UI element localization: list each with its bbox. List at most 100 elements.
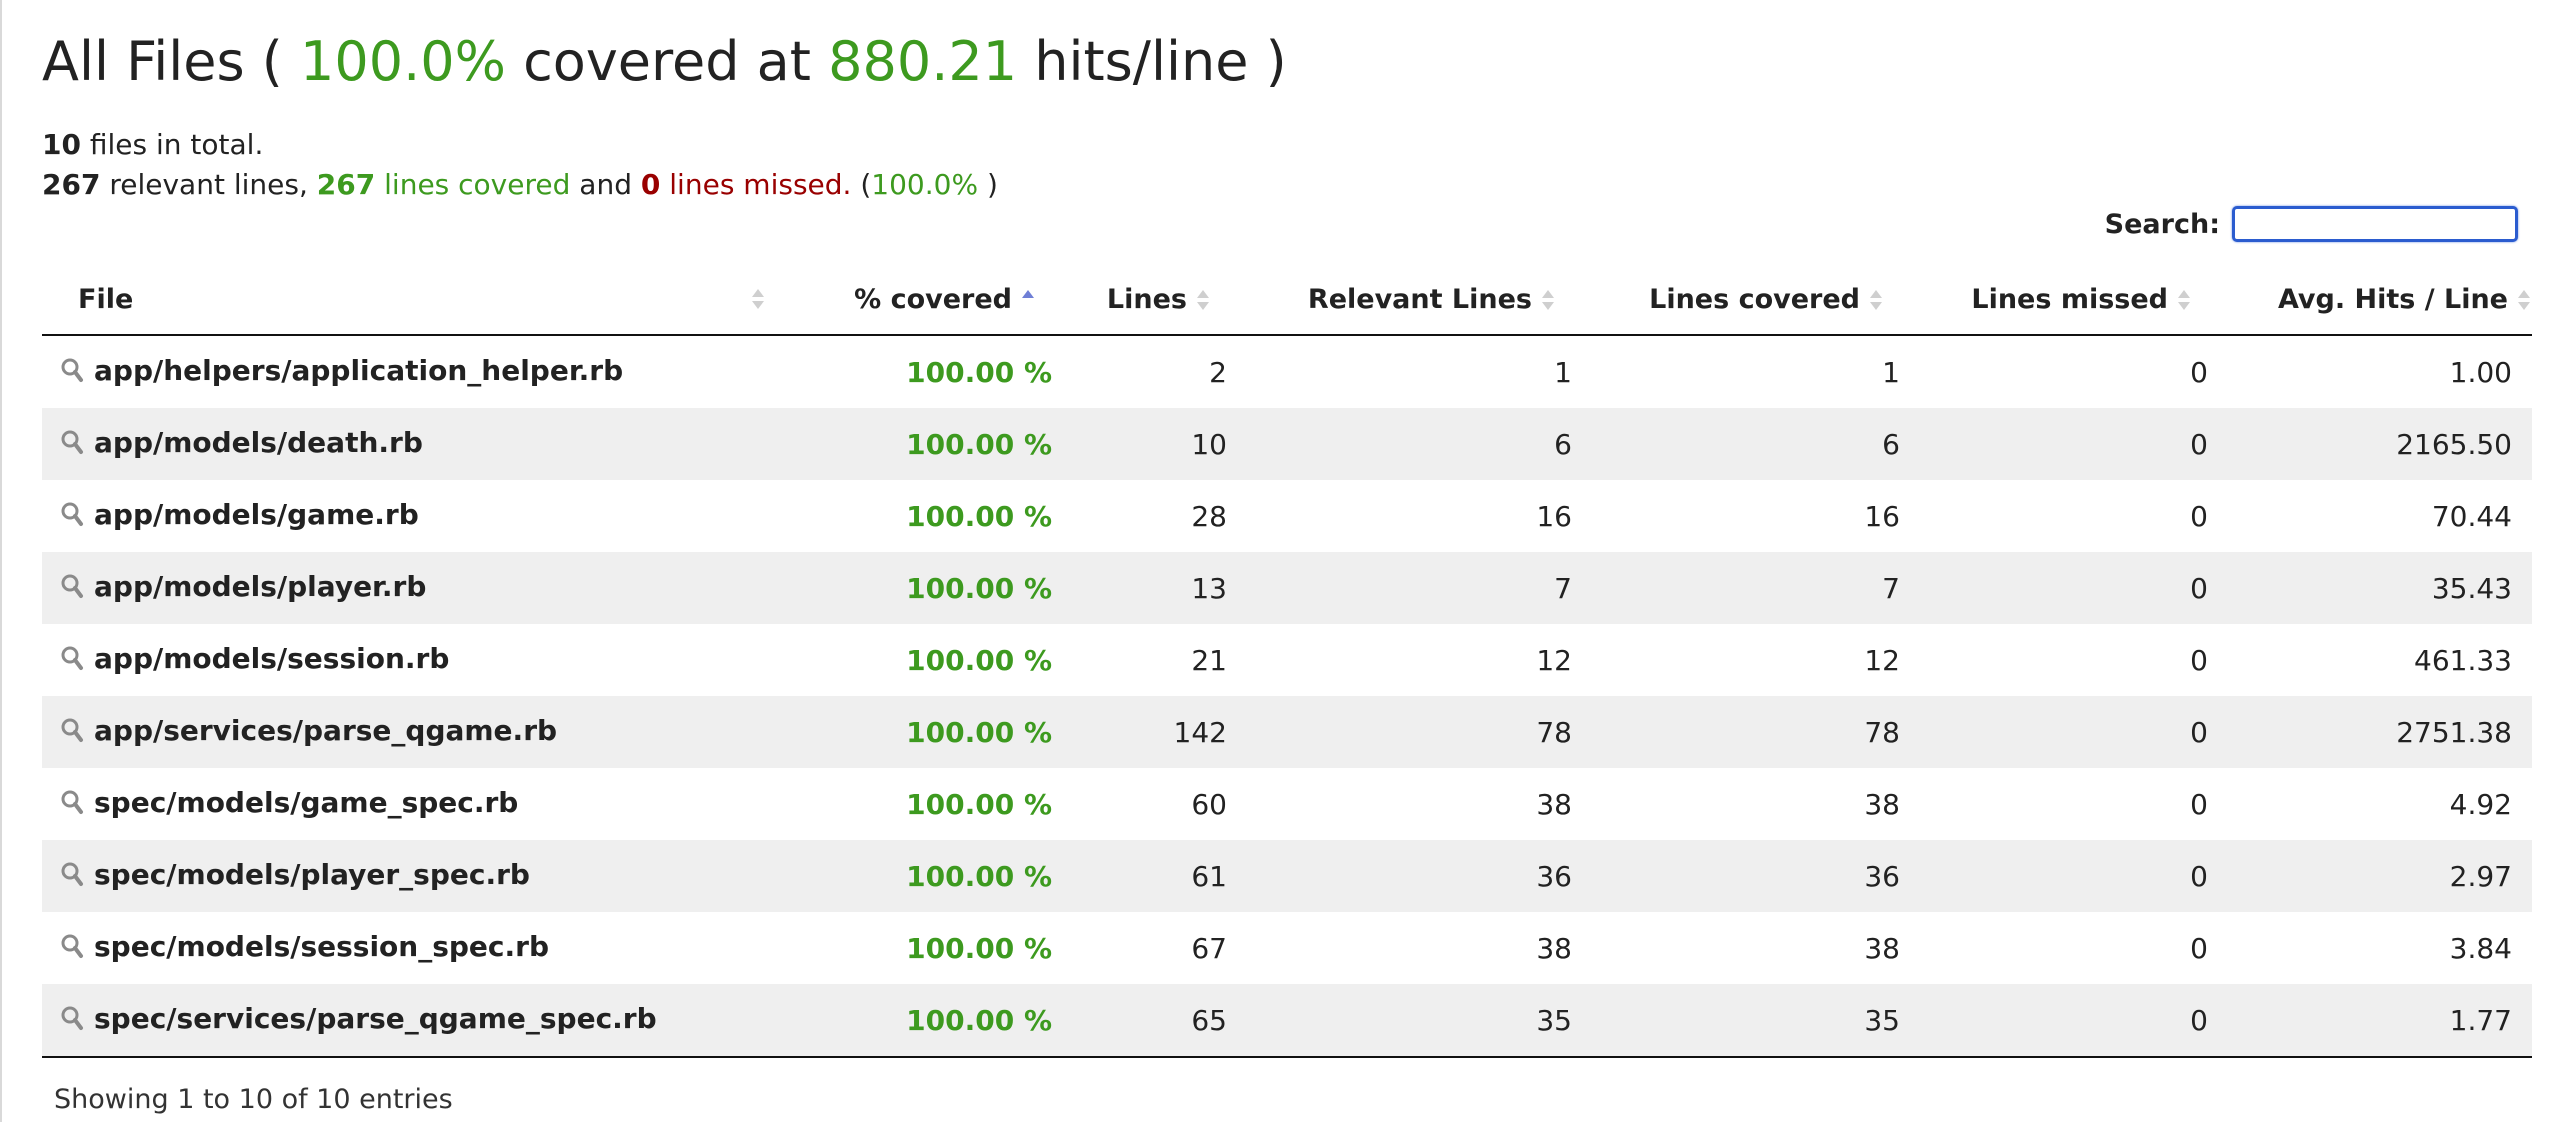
magnifier-icon [60, 429, 84, 462]
magnifier-icon [60, 573, 84, 606]
title-prefix: All Files ( [42, 30, 283, 93]
cell-lines-covered: 38 [1864, 787, 1900, 821]
table-row: app/services/parse_qgame.rb 100.00 % 142… [42, 696, 2532, 768]
file-link[interactable]: app/services/parse_qgame.rb [60, 714, 557, 747]
column-header-relevant-lines[interactable]: Relevant Lines [1247, 264, 1592, 336]
table-row: app/helpers/application_helper.rb 100.00… [42, 335, 2532, 408]
file-path: spec/models/player_spec.rb [94, 858, 530, 891]
file-path: app/models/game.rb [94, 498, 419, 531]
relevant-lines-count: 267 [42, 168, 101, 201]
cell-lines: 28 [1191, 499, 1227, 533]
cell-covered: 100.00 % [906, 427, 1052, 461]
cell-file: spec/services/parse_qgame_spec.rb [42, 984, 802, 1058]
file-list-table: File % covered Lines Relevant Lines Line… [42, 264, 2532, 1058]
files-count: 10 [42, 128, 81, 161]
cell-lines-covered: 36 [1864, 859, 1900, 893]
file-link[interactable]: app/models/death.rb [60, 426, 423, 459]
cell-file: spec/models/session_spec.rb [42, 912, 802, 984]
cell-covered: 100.00 % [906, 643, 1052, 677]
table-body: app/helpers/application_helper.rb 100.00… [42, 335, 2532, 1058]
cell-lines: 60 [1191, 787, 1227, 821]
title-coverage-percent: 100.0% [300, 30, 506, 93]
sort-both-icon [1540, 288, 1556, 312]
file-link[interactable]: spec/models/player_spec.rb [60, 858, 530, 891]
column-header-avg-hits-label: Avg. Hits / Line [2277, 283, 2508, 315]
magnifier-icon [60, 1005, 84, 1038]
column-header-lines-covered[interactable]: Lines covered [1592, 264, 1920, 336]
magnifier-icon [60, 501, 84, 534]
cell-covered: 100.00 % [906, 499, 1052, 533]
sort-both-icon [1868, 288, 1884, 312]
covered-lines-count: 267 [316, 168, 376, 201]
column-header-avg-hits[interactable]: Avg. Hits / Line [2228, 264, 2532, 336]
cell-lines-missed: 0 [2190, 787, 2208, 821]
cell-file: app/models/death.rb [42, 408, 802, 480]
cell-lines-covered: 16 [1864, 499, 1900, 533]
file-link[interactable]: app/helpers/application_helper.rb [60, 354, 623, 387]
relevant-lines-text: relevant lines, [109, 168, 308, 201]
cell-relevant-lines: 16 [1536, 499, 1572, 533]
title-middle: covered at [523, 30, 811, 93]
cell-lines-missed: 0 [2190, 931, 2208, 965]
file-path: spec/models/game_spec.rb [94, 786, 519, 819]
file-link[interactable]: spec/models/session_spec.rb [60, 930, 549, 963]
column-header-lines[interactable]: Lines [1072, 264, 1247, 336]
file-link[interactable]: app/models/game.rb [60, 498, 419, 531]
table-row: app/models/game.rb 100.00 % 28 16 16 0 7… [42, 480, 2532, 552]
column-header-lines-covered-label: Lines covered [1649, 283, 1860, 315]
table-row: spec/services/parse_qgame_spec.rb 100.00… [42, 984, 2532, 1058]
and-text: and [579, 168, 632, 201]
cell-lines: 67 [1191, 931, 1227, 965]
cell-lines: 10 [1191, 427, 1227, 461]
file-link[interactable]: spec/models/game_spec.rb [60, 786, 518, 819]
page-left-border [0, 0, 2, 1122]
file-path: app/models/player.rb [94, 570, 427, 603]
file-link[interactable]: app/models/player.rb [60, 570, 426, 603]
table-row: app/models/player.rb 100.00 % 13 7 7 0 3… [42, 552, 2532, 624]
cell-lines: 142 [1173, 715, 1227, 749]
table-row: spec/models/game_spec.rb 100.00 % 60 38 … [42, 768, 2532, 840]
cell-avg-hits: 4.92 [2449, 787, 2512, 821]
cell-lines-covered: 35 [1592, 984, 1920, 1058]
files-text: files in total. [89, 128, 264, 161]
cell-lines-covered: 78 [1864, 715, 1900, 749]
file-link[interactable]: spec/services/parse_qgame_spec.rb [60, 1002, 657, 1035]
magnifier-icon [60, 861, 84, 894]
cell-file: spec/models/player_spec.rb [42, 840, 802, 912]
cell-relevant-lines: 12 [1536, 643, 1572, 677]
cell-lines-covered: 38 [1864, 931, 1900, 965]
cell-lines-missed: 0 [2190, 715, 2208, 749]
column-header-covered[interactable]: % covered [802, 264, 1072, 336]
file-path: app/services/parse_qgame.rb [94, 714, 558, 747]
missed-lines-text: lines missed. [669, 168, 852, 201]
magnifier-icon [60, 789, 84, 822]
column-header-file[interactable]: File [42, 264, 802, 336]
cell-avg-hits: 2165.50 [2396, 427, 2512, 461]
cell-lines: 2 [1209, 355, 1227, 389]
cell-lines-missed: 0 [2190, 571, 2208, 605]
cell-relevant-lines: 36 [1536, 859, 1572, 893]
summary-percent: 100.0% [871, 168, 979, 201]
cell-relevant-lines: 35 [1247, 984, 1592, 1058]
search-input[interactable] [2232, 206, 2518, 242]
table-header: File % covered Lines Relevant Lines Line… [42, 264, 2532, 336]
file-link[interactable]: app/models/session.rb [60, 642, 449, 675]
cell-file: app/helpers/application_helper.rb [42, 335, 802, 408]
column-header-lines-missed[interactable]: Lines missed [1920, 264, 2228, 336]
cell-covered: 100.00 % [906, 931, 1052, 965]
cell-covered: 100.00 % [906, 787, 1052, 821]
cell-relevant-lines: 1 [1554, 355, 1572, 389]
cell-file: app/models/game.rb [42, 480, 802, 552]
cell-avg-hits: 2.97 [2449, 859, 2512, 893]
lines-summary: 267 relevant lines, 267 lines covered an… [42, 165, 998, 205]
search-label: Search: [2104, 208, 2220, 240]
sort-both-icon [1195, 288, 1211, 312]
cell-lines-covered: 6 [1882, 427, 1900, 461]
cell-avg-hits: 1.77 [2228, 984, 2532, 1058]
magnifier-icon [60, 645, 84, 678]
cell-avg-hits: 461.33 [2414, 643, 2512, 677]
cell-lines: 65 [1072, 984, 1247, 1058]
magnifier-icon [60, 357, 84, 390]
cell-relevant-lines: 38 [1536, 931, 1572, 965]
cell-file: app/models/session.rb [42, 624, 802, 696]
